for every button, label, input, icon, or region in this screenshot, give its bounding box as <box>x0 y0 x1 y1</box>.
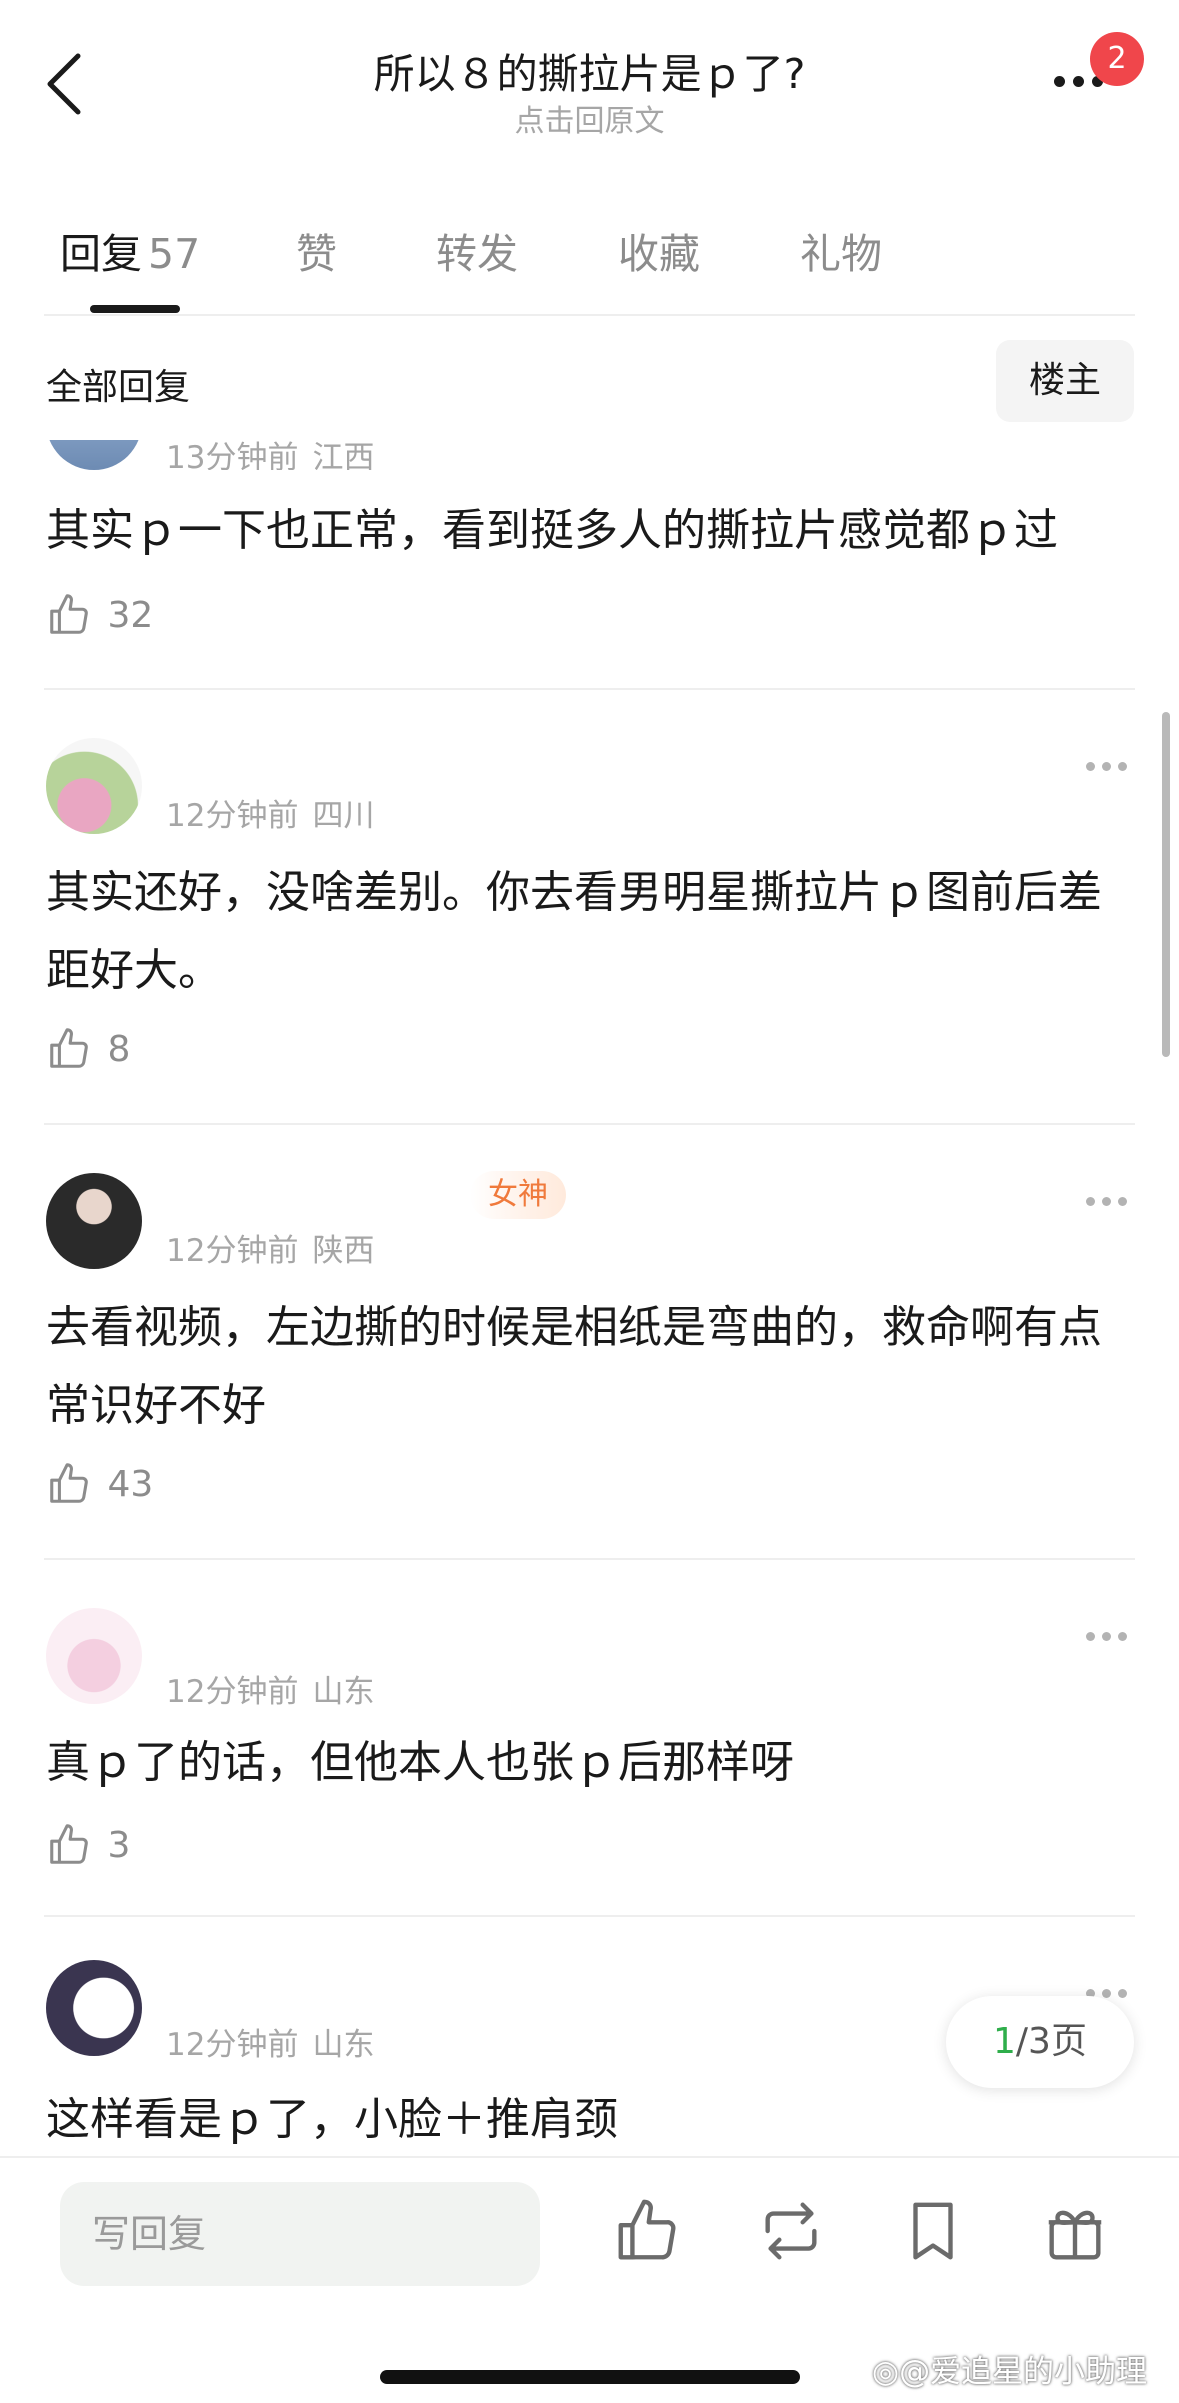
like-count: 8 <box>107 1028 131 1070</box>
home-indicator <box>380 2370 800 2384</box>
tab-replies[interactable]: 回复 57 <box>60 220 200 280</box>
bookmark-icon <box>913 2202 953 2260</box>
current-page: 1 <box>993 2021 1016 2062</box>
comment-time: 12分钟前 <box>166 1674 299 1710</box>
comment-text: 真ｐ了的话，但他本人也张ｐ后那样呀 <box>46 1737 794 1788</box>
reply-count: 57 <box>148 230 201 278</box>
list-item: 12分钟前 山东 真ｐ了的话，但他本人也张ｐ后那样呀 3 <box>0 1560 1179 1915</box>
active-tab-indicator <box>90 305 180 313</box>
comment-meta: 12分钟前 山东 <box>166 1666 388 1711</box>
repost-icon <box>765 2202 817 2260</box>
avatar[interactable] <box>46 1173 142 1269</box>
tab-likes[interactable]: 赞 <box>296 220 337 280</box>
comment-meta: 12分钟前 四川 <box>166 790 388 835</box>
like-count: 32 <box>107 594 154 636</box>
avatar[interactable] <box>46 1960 142 2056</box>
gift-icon <box>1048 2210 1102 2260</box>
like-button[interactable]: 8 <box>46 1026 130 1076</box>
more-icon <box>1086 1191 1134 1210</box>
op-only-button[interactable]: 楼主 <box>996 340 1134 422</box>
more-icon <box>1086 1626 1134 1645</box>
comment-time: 12分钟前 <box>166 1233 299 1269</box>
comment-meta-clip: 13分钟前 江西 <box>0 440 1179 470</box>
scrollbar[interactable] <box>1162 712 1170 1057</box>
comment-meta: 12分钟前 陕西 <box>166 1225 388 1270</box>
total-pages: /3页 <box>1015 2021 1087 2062</box>
user-badge: 女神 <box>470 1171 566 1219</box>
thumb-up-icon <box>618 2199 676 2260</box>
comment-time: 12分钟前 <box>166 798 299 834</box>
weibo-icon: ◎ <box>872 2354 900 2390</box>
comment-location: 四川 <box>312 798 375 834</box>
thumb-up-icon <box>50 1824 88 1864</box>
page-title[interactable]: 所以８的撕拉片是ｐ了? <box>0 40 1179 100</box>
comment-more-button[interactable] <box>1086 1983 1134 1998</box>
tab-reposts[interactable]: 转发 <box>436 220 518 280</box>
all-replies-filter[interactable]: 全部回复 <box>46 358 190 410</box>
thumb-up-icon <box>50 1463 88 1503</box>
tab-favorites[interactable]: 收藏 <box>618 220 700 280</box>
notification-badge: 2 <box>1090 32 1144 86</box>
thumb-up-icon <box>50 1028 88 1068</box>
comment-text: 其实ｐ一下也正常，看到挺多人的撕拉片感觉都ｐ过 <box>46 505 1058 556</box>
comment-text: 这样看是ｐ了，小脸＋推肩颈 <box>46 2094 618 2145</box>
comment-page: 所以８的撕拉片是ｐ了? 点击回原文 2 回复 57 赞 转发 收藏 礼物 全部回复… <box>0 0 1179 2403</box>
comment-location: 江西 <box>312 440 375 470</box>
list-item: 女神 12分钟前 陕西 去看视频，左边撕的时候是相纸是弯曲的，救命啊有点常识好不好… <box>0 1125 1179 1555</box>
more-icon <box>1086 756 1134 775</box>
comment-more-button[interactable] <box>1086 1191 1134 1206</box>
thumb-up-icon <box>50 594 88 634</box>
avatar[interactable] <box>46 738 142 834</box>
comment-meta: 13分钟前 江西 <box>166 440 388 470</box>
avatar[interactable] <box>46 440 142 470</box>
like-button[interactable]: 3 <box>46 1822 130 1872</box>
comment-text: 其实还好，没啥差别。你去看男明星撕拉片ｐ图前后差距好大。 <box>46 867 1102 996</box>
comment-more-button[interactable] <box>1086 756 1134 771</box>
comment-more-button[interactable] <box>1086 1626 1134 1641</box>
avatar[interactable] <box>46 1608 142 1704</box>
back-to-post-link[interactable]: 点击回原文 <box>0 96 1179 140</box>
tab-gifts[interactable]: 礼物 <box>800 220 882 280</box>
like-post-button[interactable] <box>612 2196 682 2266</box>
watermark-text: @爱追星的小助理 <box>899 2354 1148 2390</box>
list-item: 13分钟前 江西 其实ｐ一下也正常，看到挺多人的撕拉片感觉都ｐ过 32 <box>0 440 1179 690</box>
reply-input[interactable]: 写回复 <box>60 2182 540 2286</box>
page-indicator[interactable]: 1/3页 <box>946 1996 1134 2088</box>
watermark: ◎@爱追星的小助理 <box>872 2346 1147 2391</box>
gift-button[interactable] <box>1040 2196 1110 2266</box>
list-item: 12分钟前 四川 其实还好，没啥差别。你去看男明星撕拉片ｐ图前后差距好大。 8 <box>0 690 1179 1120</box>
comment-meta: 12分钟前 山东 <box>166 2019 388 2064</box>
tab-label: 回复 <box>60 230 142 278</box>
comment-time: 13分钟前 <box>166 440 299 470</box>
comment-time: 12分钟前 <box>166 2027 299 2063</box>
comment-location: 山东 <box>312 2027 375 2063</box>
comment-text: 去看视频，左边撕的时候是相纸是弯曲的，救命啊有点常识好不好 <box>46 1302 1102 1431</box>
tab-bar: 回复 57 赞 转发 收藏 礼物 <box>0 220 1179 300</box>
comment-location: 山东 <box>312 1674 375 1710</box>
comment-location: 陕西 <box>312 1233 375 1269</box>
repost-button[interactable] <box>756 2196 826 2266</box>
bookmark-button[interactable] <box>898 2196 968 2266</box>
divider <box>44 314 1135 316</box>
like-count: 3 <box>107 1824 131 1866</box>
like-count: 43 <box>107 1463 154 1505</box>
like-button[interactable]: 43 <box>46 1461 153 1511</box>
like-button[interactable]: 32 <box>46 592 153 642</box>
